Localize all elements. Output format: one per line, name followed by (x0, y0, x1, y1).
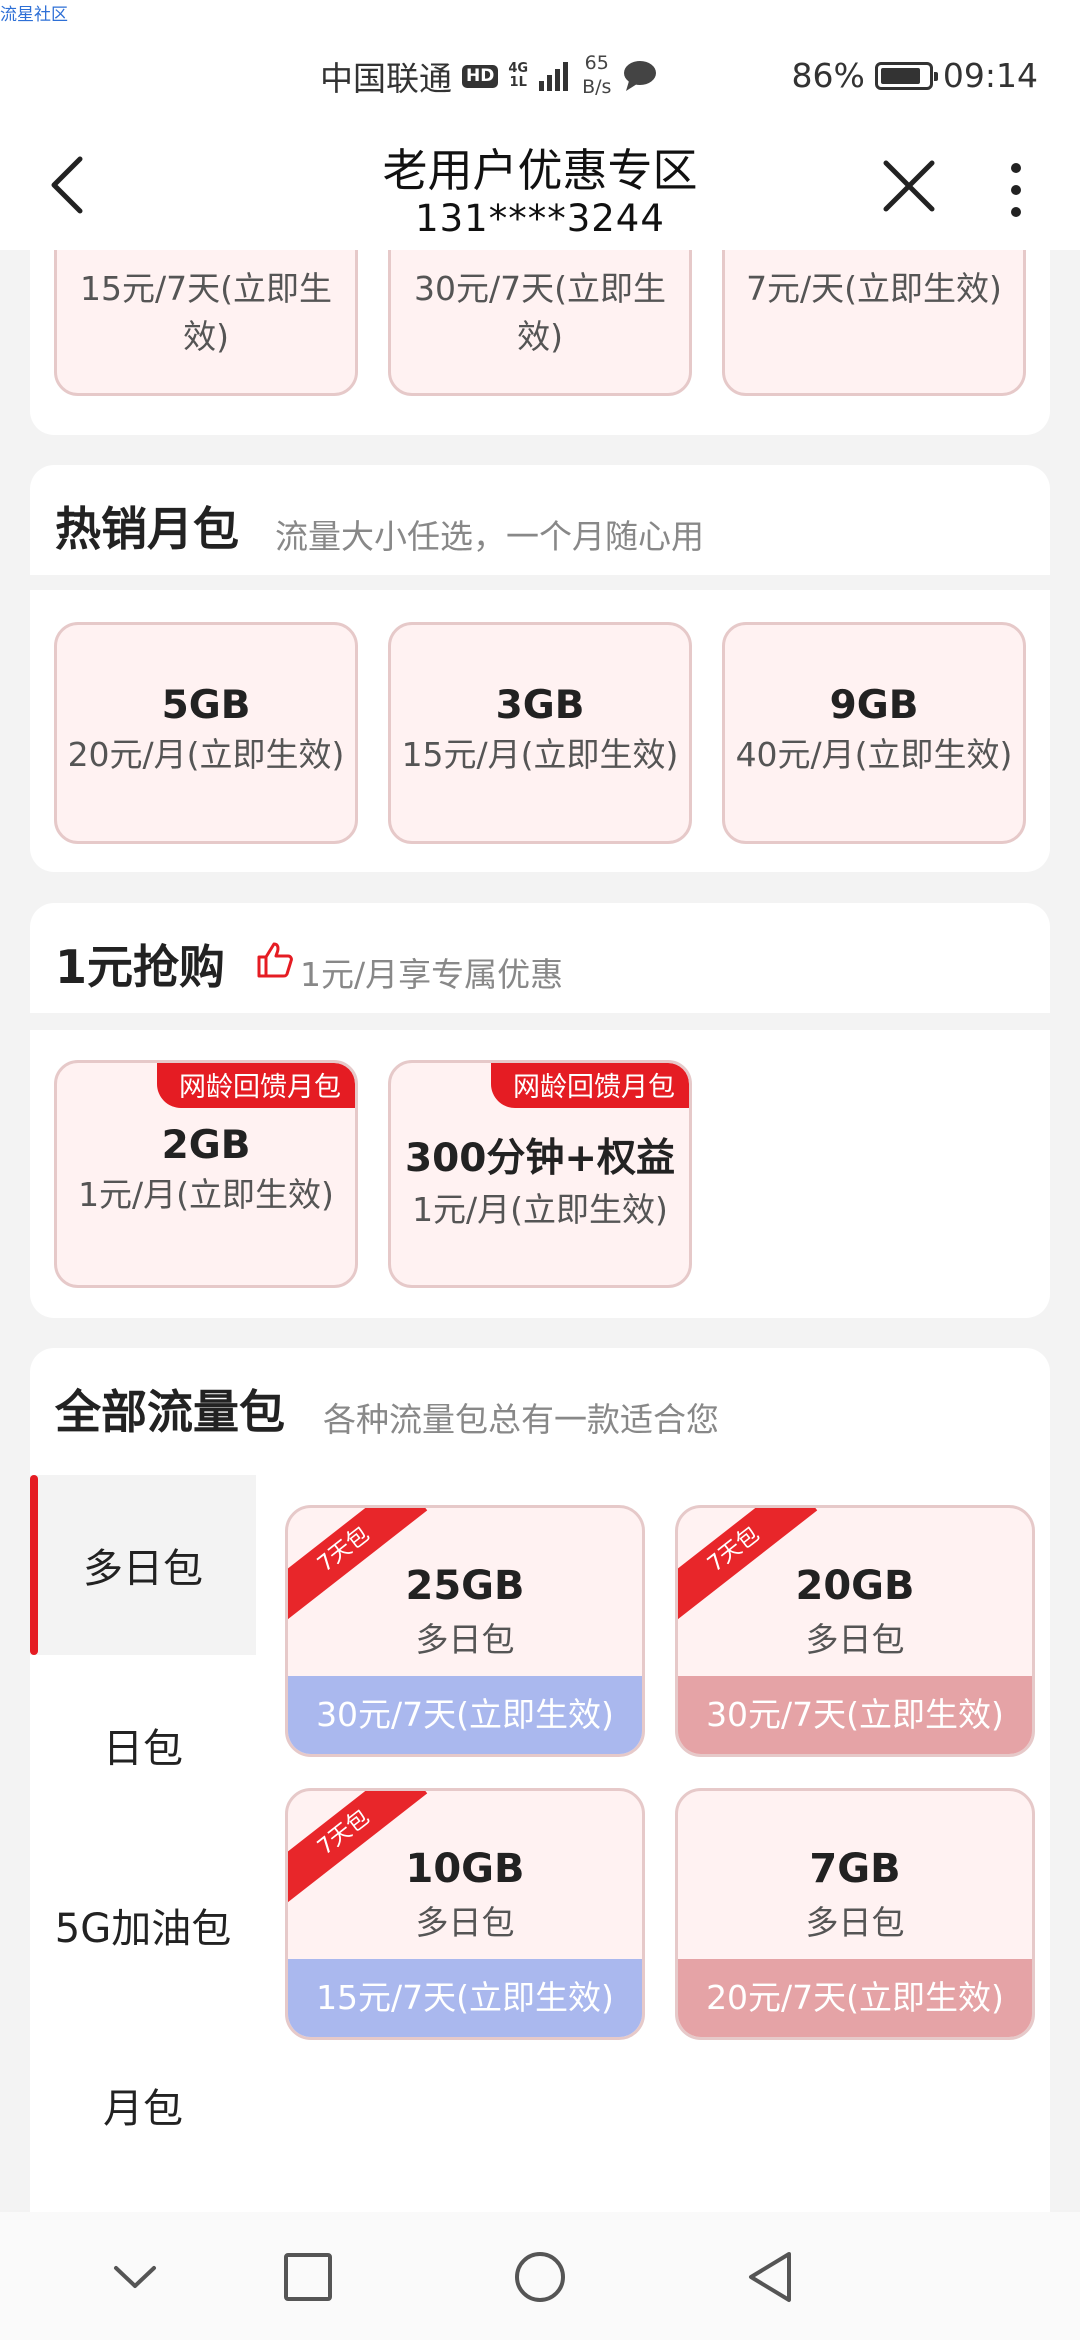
feedback-tag: 网龄回馈月包 (157, 1063, 355, 1108)
package-kind: 多日包 (805, 1903, 905, 1942)
clock: 09:14 (942, 56, 1038, 95)
package-size: 300分钟+权益 (404, 1136, 676, 1181)
carrier-name: 中国联通 (320, 59, 452, 98)
watermark: 流星社区 (0, 5, 68, 25)
battery-fill (880, 67, 921, 84)
status-bar: 中国联通 HD 4G 1L 65 B/s 86% 09:14 (0, 0, 1080, 122)
section-subtitle: 1元/月享专属优惠 (300, 955, 564, 994)
hot-monthly-header: 热销月包 流量大小任选，一个月随心用 (30, 465, 1050, 575)
one-yuan-card: 网龄回馈月包 2GB 1元/月(立即生效) 网龄回馈月包 300分钟+权益 1元… (30, 1030, 1050, 1318)
package-size: 7GB (809, 1846, 901, 1892)
category-tab-multi-day[interactable]: 多日包 (30, 1475, 256, 1655)
battery-icon (874, 61, 938, 90)
network-type: 4G 1L (508, 62, 528, 89)
section-title: 全部流量包 (55, 1385, 285, 1439)
net-speed: 65 B/s (582, 52, 611, 100)
package-size: 9GB (829, 683, 919, 728)
network-type-bottom: 1L (509, 75, 527, 90)
package-kind: 多日包 (415, 1903, 515, 1942)
package-price: 15元/月(立即生效) (401, 735, 679, 774)
recent-apps-icon[interactable] (283, 2252, 333, 2302)
net-speed-unit: B/s (582, 76, 612, 98)
package-size: 2GB (161, 1123, 251, 1168)
back-nav-icon[interactable] (745, 2250, 795, 2304)
category-menu: 多日包 日包 5G加油包 月包 (30, 1475, 256, 2215)
battery-percent: 86% (791, 56, 865, 95)
package-card[interactable]: 7天包 10GB 多日包 15元/7天(立即生效) (285, 1788, 645, 2040)
package-price: 15元/7天(立即生效) (288, 1959, 642, 2037)
one-yuan-header: 1元抢购 1元/月享专属优惠 (30, 903, 1050, 1013)
package-kind: 多日包 (805, 1620, 905, 1659)
more-icon[interactable] (998, 160, 1034, 220)
package-card[interactable]: 7天包 25GB 多日包 30元/7天(立即生效) (285, 1505, 645, 1757)
status-center: 中国联通 HD 4G 1L 65 B/s (320, 52, 659, 100)
package-card[interactable]: 7GB 多日包 20元/7天(立即生效) (675, 1788, 1035, 2040)
hot-package-item[interactable]: 9GB 40元/月(立即生效) (722, 622, 1026, 844)
section-title: 热销月包 (55, 502, 239, 556)
title-bar: 老用户优惠专区 131****3244 (0, 122, 1080, 250)
package-price: 7元/天(立即生效) (746, 269, 1002, 308)
package-price: 30元/7天(立即生效) (414, 269, 666, 356)
section-subtitle: 流量大小任选，一个月随心用 (275, 517, 704, 556)
hot-package-item[interactable]: 3GB 15元/月(立即生效) (388, 622, 692, 844)
package-kind: 多日包 (415, 1620, 515, 1659)
close-icon[interactable] (880, 157, 938, 215)
feedback-tag: 网龄回馈月包 (491, 1063, 689, 1108)
package-price: 30元/7天(立即生效) (288, 1676, 642, 1754)
category-tab-daily[interactable]: 日包 (30, 1655, 256, 1835)
package-price: 1元/月(立即生效) (412, 1190, 668, 1229)
package-price: 20元/月(立即生效) (67, 735, 345, 774)
package-price: 30元/7天(立即生效) (678, 1676, 1032, 1754)
package-size: 3GB (495, 683, 585, 728)
hot-monthly-card: 5GB 20元/月(立即生效) 3GB 15元/月(立即生效) 9GB 40元/… (30, 590, 1050, 872)
hot-package-item[interactable]: 5GB 20元/月(立即生效) (54, 622, 358, 844)
system-nav-bar (0, 2212, 1080, 2340)
top-package-card: 15元/7天(立即生效) 30元/7天(立即生效) 7元/天(立即生效) (30, 210, 1050, 435)
message-icon (624, 61, 657, 91)
signal-icon (539, 62, 569, 91)
section-subtitle: 各种流量包总有一款适合您 (323, 1400, 719, 1439)
net-speed-value: 65 (584, 52, 609, 75)
status-right: 86% 09:14 (792, 56, 1038, 95)
section-title: 1元抢购 (55, 940, 226, 994)
home-icon[interactable] (513, 2250, 567, 2304)
one-yuan-item[interactable]: 网龄回馈月包 2GB 1元/月(立即生效) (54, 1060, 358, 1288)
package-price: 40元/月(立即生效) (735, 735, 1013, 774)
all-packages-header: 全部流量包 各种流量包总有一款适合您 (30, 1348, 1050, 1458)
chevron-down-icon[interactable] (110, 2262, 160, 2292)
category-tab-5g-boost[interactable]: 5G加油包 (30, 1835, 256, 2015)
one-yuan-item[interactable]: 网龄回馈月包 300分钟+权益 1元/月(立即生效) (388, 1060, 692, 1288)
package-card[interactable]: 7天包 20GB 多日包 30元/7天(立即生效) (675, 1505, 1035, 1757)
package-price: 15元/7天(立即生效) (80, 269, 332, 356)
thumbs-up-icon (257, 942, 293, 978)
package-price: 1元/月(立即生效) (78, 1175, 334, 1214)
category-tab-monthly[interactable]: 月包 (30, 2015, 256, 2195)
package-price: 20元/7天(立即生效) (678, 1959, 1032, 2037)
hd-icon: HD (462, 64, 499, 88)
package-size: 5GB (161, 683, 251, 728)
